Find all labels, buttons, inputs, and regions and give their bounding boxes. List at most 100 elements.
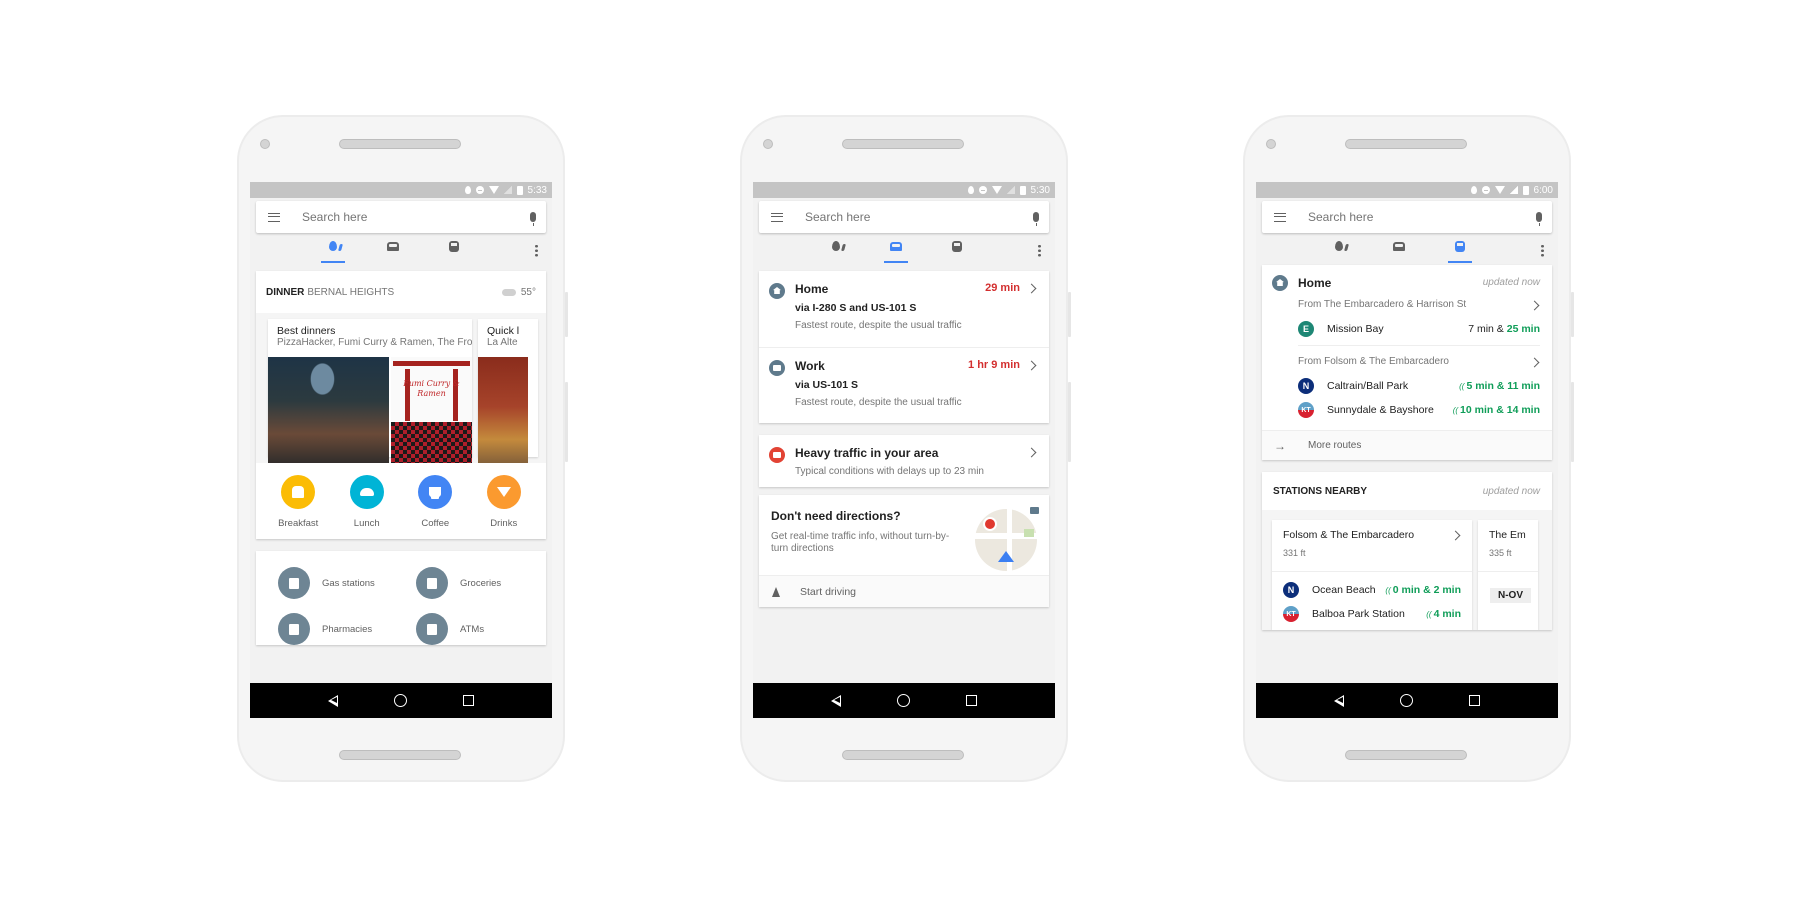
traffic-note: Typical conditions with delays up to 23 … [795, 466, 984, 477]
realtime-icon: (( [1452, 406, 1459, 415]
station-card[interactable]: Folsom & The Embarcadero 331 ft N Ocean … [1272, 520, 1472, 630]
tab-driving[interactable] [884, 241, 908, 263]
live-time: 5 min & 11 min [1466, 380, 1540, 392]
chevron-right-icon [1529, 357, 1540, 368]
menu-icon[interactable] [1274, 212, 1286, 222]
menu-icon[interactable] [771, 212, 783, 222]
transit-line[interactable]: KT Sunnydale & Bayshore ((10 min & 14 mi… [1272, 398, 1540, 422]
bottom-speaker [1345, 750, 1467, 760]
departure-stop[interactable]: From Folsom & The Embarcadero [1272, 348, 1540, 374]
departure-stop[interactable]: From The Embarcadero & Harrison St [1272, 291, 1540, 317]
route-duration: 1 hr 9 min [968, 359, 1020, 371]
route-work[interactable]: Work 1 hr 9 min via US-101 S Fastest rou… [759, 347, 1049, 423]
tab-transit[interactable] [945, 241, 969, 263]
microphone-icon[interactable] [1033, 212, 1039, 226]
home-icon [1272, 275, 1288, 291]
more-options-icon[interactable] [1038, 244, 1041, 257]
line-destination: Ocean Beach [1312, 584, 1376, 596]
category-lunch[interactable]: Lunch [337, 475, 397, 529]
line-destination: Balboa Park Station [1312, 608, 1405, 620]
commute-card: Home 29 min via I-280 S and US-101 S Fas… [759, 271, 1049, 423]
tab-explore[interactable] [321, 241, 345, 263]
microphone-icon[interactable] [530, 212, 536, 226]
category-shortcuts: Breakfast Lunch Coffee Drinks [256, 463, 546, 539]
dinner-carousel[interactable]: Best dinners PizzaHacker, Fumi Curry & R… [256, 313, 546, 463]
back-icon[interactable] [831, 694, 841, 707]
transit-line[interactable]: KT Balboa Park Station ((4 min [1272, 602, 1472, 626]
restaurant-photo [478, 357, 528, 463]
bottom-speaker [339, 750, 461, 760]
line-label: N-OV [1490, 588, 1531, 603]
list-card-quick[interactable]: Quick l La Alte [478, 319, 538, 463]
car-icon [1393, 242, 1405, 251]
screen: 5:33 DINNER BERNAL HEIGHTS 55° [250, 182, 552, 718]
service-atms[interactable]: ATMs [416, 613, 536, 645]
search-bar [1262, 201, 1552, 233]
driving-mode-card: Don't need directions? Get real-time tra… [759, 495, 1049, 607]
list-card-best-dinners[interactable]: Best dinners PizzaHacker, Fumi Curry & R… [268, 319, 472, 463]
recents-icon[interactable] [1469, 695, 1480, 706]
no-signal-icon [503, 186, 512, 194]
microphone-icon[interactable] [1536, 212, 1542, 226]
search-input[interactable] [1308, 210, 1536, 224]
phone-transit: 6:00 Home updated now From The Embarcade… [1243, 115, 1574, 782]
route-home[interactable]: Home 29 min via I-280 S and US-101 S Fas… [759, 271, 1049, 347]
service-label: Pharmacies [322, 623, 373, 635]
category-coffee[interactable]: Coffee [405, 475, 465, 529]
tab-explore[interactable] [1327, 241, 1351, 263]
line-badge-kt: KT [1298, 402, 1314, 418]
service-groceries[interactable]: Groceries [416, 567, 536, 599]
power-button [1571, 292, 1574, 337]
neighborhood-label: BERNAL HEIGHTS [307, 286, 395, 298]
home-button-icon[interactable] [1400, 694, 1413, 707]
home-button-icon[interactable] [897, 694, 910, 707]
recents-icon[interactable] [966, 695, 977, 706]
list-card-title: Quick l [487, 325, 520, 337]
coffee-icon [429, 487, 442, 497]
line-destination: Sunnydale & Bayshore [1327, 404, 1434, 416]
service-gas-stations[interactable]: Gas stations [278, 567, 416, 599]
home-button-icon[interactable] [394, 694, 407, 707]
service-pharmacies[interactable]: Pharmacies [278, 613, 416, 645]
station-card[interactable]: The Em 335 ft N-OV [1478, 520, 1538, 630]
search-bar [256, 201, 546, 233]
search-input[interactable] [805, 210, 1033, 224]
phone-driving: 5:30 Home 29 min via I-280 [740, 115, 1071, 782]
category-drinks[interactable]: Drinks [474, 475, 534, 529]
tab-explore[interactable] [824, 241, 848, 263]
back-icon[interactable] [328, 694, 338, 707]
tab-driving[interactable] [1387, 241, 1411, 263]
line-badge-n: N [1283, 582, 1299, 598]
traffic-title: Heavy traffic in your area [795, 446, 939, 460]
back-icon[interactable] [1334, 694, 1344, 707]
transit-line[interactable]: E Mission Bay 7 min & 25 min [1272, 317, 1540, 341]
cloudy-icon [501, 288, 516, 296]
more-options-icon[interactable] [535, 244, 538, 257]
car-icon [890, 242, 902, 251]
traffic-map-illustration [975, 507, 1039, 571]
list-card-subtitle: La Alte [487, 337, 518, 348]
line-badge-e: E [1298, 321, 1314, 337]
search-input[interactable] [302, 210, 530, 224]
updated-label: updated now [1482, 485, 1540, 497]
meal-label: DINNER [266, 286, 305, 298]
stations-carousel[interactable]: Folsom & The Embarcadero 331 ft N Ocean … [1262, 510, 1552, 630]
tab-driving[interactable] [381, 241, 405, 263]
tab-transit[interactable] [1448, 241, 1472, 263]
category-breakfast[interactable]: Breakfast [268, 475, 328, 529]
recents-icon[interactable] [463, 695, 474, 706]
transit-line[interactable]: N Ocean Beach ((0 min & 2 min [1272, 578, 1472, 602]
more-options-icon[interactable] [1541, 244, 1544, 257]
earpiece-speaker [842, 139, 964, 149]
start-driving-button[interactable]: Start driving [759, 575, 1049, 607]
menu-icon[interactable] [268, 212, 280, 222]
promo-text: Get real-time traffic info, without turn… [771, 531, 950, 554]
more-routes-button[interactable]: → More routes [1262, 430, 1552, 460]
volume-button [565, 382, 568, 462]
android-nav-bar [250, 683, 552, 718]
traffic-alert-card[interactable]: Heavy traffic in your area Typical condi… [759, 435, 1049, 487]
category-label: Drinks [490, 518, 518, 529]
transit-line[interactable]: N Caltrain/Ball Park ((5 min & 11 min [1272, 374, 1540, 398]
tab-transit[interactable] [442, 241, 466, 263]
wifi-icon [991, 186, 1002, 194]
